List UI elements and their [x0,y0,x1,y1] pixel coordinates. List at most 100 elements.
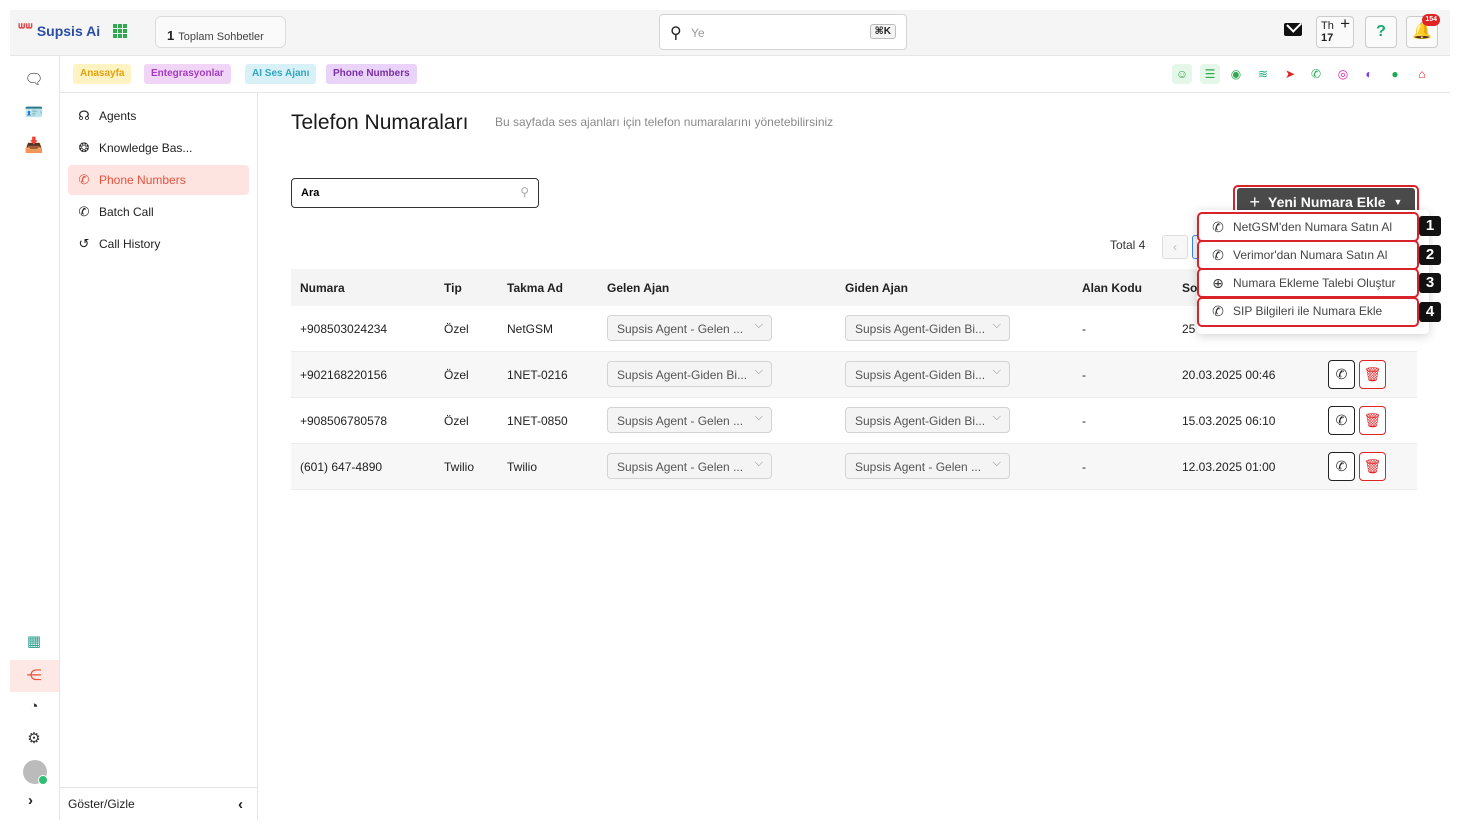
total-chats-box[interactable]: 1 Toplam Sohbetler [155,16,286,48]
help-icon[interactable]: ? [1365,16,1397,48]
table-row: +908506780578 Özel 1NET-0850 Supsis Agen… [291,398,1417,444]
phone-icon: ✆ [78,172,90,187]
total-chats-count: 1 [167,28,175,43]
tab-ai-ses-ajani[interactable]: AI Ses Ajanı [245,64,317,84]
call-button[interactable]: ✆ [1328,360,1355,389]
instagram-channel-icon[interactable]: ◎ [1333,64,1353,84]
subnav-item-phone-numbers[interactable]: ✆ Phone Numbers [68,165,249,195]
delete-button[interactable]: 🗑 [1359,406,1386,435]
highlight-outline [1197,268,1419,298]
share-nodes-icon[interactable]: ⋲ [24,666,44,686]
tab-strip: Anasayfa Entegrasyonlar AI Ses Ajanı Pho… [60,56,1450,93]
highlight-outline [1197,240,1419,270]
global-search[interactable]: ⚲ Ye ⌘K [659,14,907,50]
toggle-sidebar-button[interactable]: Göster/Gizle ‹ [60,787,257,820]
chatbot-channel-icon[interactable]: ☺ [1172,64,1192,84]
step-badge: 4 [1419,302,1441,322]
col-alan-kodu: Alan Kodu [1082,281,1142,295]
subnav-label: Knowledge Bas... [99,141,193,155]
tab-anasayfa[interactable]: Anasayfa [73,64,132,84]
col-gelen-ajan: Gelen Ajan [607,281,670,295]
airbnb-channel-icon[interactable]: ⌂ [1412,64,1432,84]
cell-alias: NetGSM [507,322,554,336]
chat-bubble-icon[interactable]: 🗨 [24,70,44,90]
call-button[interactable]: ✆ [1328,406,1355,435]
subnav-label: Call History [99,237,161,251]
outgoing-agent-select[interactable]: Supsis Agent-Giden Bi... [845,361,1010,387]
app-logo[interactable]: ᐜᐜ Supsis Ai [18,22,100,39]
page-title: Telefon Numaraları [291,111,469,134]
subnav-item-call-history[interactable]: ↺ Call History [68,229,249,259]
tab-phone-numbers[interactable]: Phone Numbers [326,64,417,84]
notification-button[interactable]: 🔔 154 [1406,14,1440,48]
cell-area-code: - [1082,368,1086,382]
user-avatar[interactable] [23,760,48,785]
expand-chevron-icon[interactable]: › [28,792,33,809]
trash-icon: 🗑 [1363,366,1382,382]
dashboard-grid-icon[interactable]: ▦ [24,632,44,652]
subnav-item-agents[interactable]: ☊ Agents [68,101,249,131]
list-channel-icon[interactable]: ☰ [1200,64,1220,84]
col-numara: Numara [300,281,345,295]
outgoing-agent-select[interactable]: Supsis Agent - Gelen ... [845,453,1010,479]
cell-area-code: - [1082,460,1086,474]
outgoing-agent-select[interactable]: Supsis Agent-Giden Bi... [845,407,1010,433]
cell-date: 25 [1182,322,1196,336]
subnav-label: Agents [99,109,137,123]
prev-page-button[interactable]: ‹ [1162,235,1188,259]
delete-button[interactable]: 🗑 [1359,452,1386,481]
day-number: 17 [1321,32,1334,44]
logo-mark-icon: ᐜᐜ [18,22,33,39]
contact-card-icon[interactable]: 🪪 [24,103,44,123]
table-search[interactable]: ⚲ [291,178,539,208]
total-count: Total 4 [1110,238,1146,252]
trash-icon: 🗑 [1363,412,1382,428]
phone-icon: ✆ [1335,412,1348,428]
phone-subnav: ☊ Agents ❂ Knowledge Bas... ✆ Phone Numb… [60,93,258,820]
inbox-icon[interactable]: 📥 [24,136,44,156]
search-icon: ⚲ [670,25,682,42]
messenger-channel-icon[interactable]: ◐ [1359,64,1379,84]
cell-alias: 1NET-0216 [507,368,568,382]
settings-gear-icon[interactable]: ⚙ [24,729,44,749]
wifi-channel-icon[interactable]: ≋ [1253,64,1273,84]
tab-entegrasyonlar[interactable]: Entegrasyonlar [144,64,231,84]
incoming-agent-select[interactable]: Supsis Agent - Gelen ... [607,453,772,479]
sms-channel-icon[interactable]: ● [1385,64,1405,84]
app-frame: ᐜᐜ Supsis Ai 1 Toplam Sohbetler ⚲ Ye ⌘K … [10,10,1450,820]
cell-area-code: - [1082,414,1086,428]
cell-alias: 1NET-0850 [507,414,568,428]
cell-date: 15.03.2025 06:10 [1182,414,1276,428]
clock-chart-icon[interactable]: ◔ [24,697,44,717]
subnav-item-batch-call[interactable]: ✆ Batch Call [68,197,249,227]
incoming-agent-select[interactable]: Supsis Agent - Gelen ... [607,315,772,341]
calendar-button[interactable]: Th 17 + [1316,14,1354,48]
app-name: Supsis Ai [36,22,101,39]
incoming-agent-select[interactable]: Supsis Agent - Gelen ... [607,407,772,433]
mail-icon[interactable] [1284,23,1302,36]
telegram-channel-icon[interactable]: ➤ [1280,64,1300,84]
subnav-label: Phone Numbers [99,173,186,187]
outgoing-agent-select[interactable]: Supsis Agent-Giden Bi... [845,315,1010,341]
notification-badge: 154 [1422,14,1440,26]
voice-agent-channel-icon[interactable]: ◉ [1226,64,1246,84]
plus-icon: + [1340,14,1350,33]
col-tip: Tip [444,281,462,295]
cell-type: Twilio [444,460,475,474]
cell-type: Özel [444,322,469,336]
trash-icon: 🗑 [1363,458,1382,474]
cell-area-code: - [1082,322,1086,336]
subnav-item-knowledge-base[interactable]: ❂ Knowledge Bas... [68,133,249,163]
incoming-agent-select[interactable]: Supsis Agent-Giden Bi... [607,361,772,387]
history-icon: ↺ [78,236,90,251]
delete-button[interactable]: 🗑 [1359,360,1386,389]
apps-grid-icon[interactable] [113,24,127,38]
left-rail: 🗨 🪪 📥 ▦ ⋲ ◔ ⚙ › [10,56,60,820]
col-date: So [1182,281,1198,295]
whatsapp-channel-icon[interactable]: ✆ [1306,64,1326,84]
table-search-input[interactable] [292,179,502,207]
page-subtitle: Bu sayfada ses ajanları için telefon num… [495,115,834,129]
highlight-outline [1197,212,1419,242]
cell-type: Özel [444,414,469,428]
call-button[interactable]: ✆ [1328,452,1355,481]
